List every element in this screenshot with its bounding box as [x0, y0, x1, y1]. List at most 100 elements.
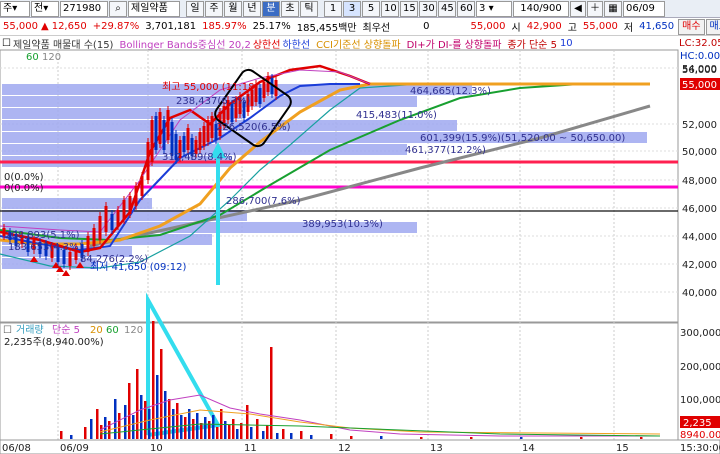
legend-hc: HC:0.00	[680, 51, 720, 62]
buy-button[interactable]: 매수	[678, 18, 705, 35]
sell-button[interactable]: 매도	[705, 18, 720, 35]
profile-label: 464,665(12.3%)	[410, 86, 491, 97]
volume-bar	[160, 349, 163, 439]
volume-legend-ma20[interactable]: 20	[90, 325, 103, 336]
volume-bar	[60, 431, 63, 439]
period-1[interactable]: 주	[205, 0, 223, 17]
time-label: 06/08	[2, 443, 31, 454]
legend-bb-lower[interactable]: 하한선	[282, 37, 310, 50]
prev-button[interactable]: ◀	[570, 0, 586, 17]
volume-value: 3,701,181	[145, 21, 197, 32]
volume-bar	[104, 417, 107, 439]
profile-zero-b: 0(0.0%)	[4, 183, 44, 194]
profile-label: 238,437(6.3%)	[176, 96, 251, 107]
period-3[interactable]: 년	[243, 0, 261, 17]
volume-legend-ma60[interactable]: 60	[106, 325, 119, 336]
period-4[interactable]: 분	[262, 0, 280, 17]
volume-bar	[228, 425, 231, 439]
interval-1[interactable]: 1	[324, 0, 342, 17]
stock-code-input[interactable]: 271980	[60, 0, 108, 17]
price-tick: 44,000	[682, 232, 717, 243]
interval-60[interactable]: 60	[457, 0, 475, 17]
volume-tick: 200,000	[680, 362, 720, 373]
profile-label: 183,653(4.3%)	[8, 242, 83, 253]
current-price: 55,000	[3, 21, 38, 32]
legend-bb-upper[interactable]: 상한선	[253, 37, 281, 50]
volume-tick: 100,000	[680, 395, 720, 406]
candle-body	[246, 94, 250, 112]
profile-bar	[2, 234, 212, 245]
search-icon[interactable]: ⌕	[109, 0, 127, 17]
volume-bar	[114, 399, 117, 439]
legend-ma-60[interactable]: 60	[26, 52, 39, 63]
period-0[interactable]: 일	[186, 0, 204, 17]
volume-bar	[232, 419, 235, 439]
interval-15[interactable]: 15	[400, 0, 418, 17]
period-6[interactable]: 틱	[300, 0, 318, 17]
candle-body	[170, 122, 174, 156]
count-select[interactable]: 3 ▾	[476, 0, 512, 17]
volume-bar	[70, 435, 73, 439]
volume-settings-icon[interactable]: ☐	[3, 325, 12, 336]
volume-legend-ma[interactable]: 단순 5	[52, 324, 80, 336]
low-annotation: 최저 41,650 (09:12)	[90, 261, 186, 273]
annotation-arrows	[146, 150, 222, 437]
candle-body	[146, 142, 150, 180]
period-2[interactable]: 월	[224, 0, 242, 17]
interval-45[interactable]: 45	[438, 0, 456, 17]
candle-body	[206, 120, 210, 142]
volume-bar	[330, 434, 333, 439]
price-axis: 54,000 52,000 50,000 48,000 46,000 44,000 42,0…	[682, 64, 717, 299]
volume-bar	[236, 429, 239, 439]
low-price: 41,650	[639, 21, 675, 32]
time-label: 12	[338, 443, 351, 454]
interval-buttons: 1 3 5 10 15 30 45 60	[324, 0, 475, 17]
candle-body	[198, 132, 202, 150]
profile-label: 286,700(7.6%)	[226, 196, 301, 207]
candle-body	[186, 128, 190, 150]
volume-bar	[200, 423, 203, 439]
price-chart[interactable]: 최고 55,000 (11:18) 최저 41,650 (09:12) 0(0.…	[0, 0, 720, 454]
legend-dmi[interactable]: DI+가 DI-를 상향돌파	[407, 37, 502, 50]
interval-30[interactable]: 30	[419, 0, 437, 17]
price-tick: 46,000	[682, 204, 717, 215]
interval-10[interactable]: 10	[381, 0, 399, 17]
profile-label: 208,893(5.1%)	[5, 230, 80, 241]
volume-ma20	[99, 409, 661, 435]
volume-bar	[310, 435, 313, 439]
legend-bollinger[interactable]: Bollinger Bands중심선 20,2	[119, 37, 250, 50]
candle-body	[128, 196, 132, 214]
profile-labels: 464,665(12.3%) 415,483(11.0%) 601,399(15.9…	[5, 86, 625, 265]
open-price: 42,900	[526, 21, 562, 32]
volume-legend-ma120[interactable]: 120	[124, 325, 143, 336]
legend-ma-10[interactable]: 10	[560, 38, 573, 49]
period-5[interactable]: 초	[281, 0, 299, 17]
candle-body	[104, 206, 108, 232]
legend-ma-120[interactable]: 120	[42, 52, 61, 63]
count-range: 140/900	[513, 0, 569, 17]
candle-body	[14, 234, 18, 246]
calendar-icon[interactable]: ▦	[604, 0, 622, 17]
legend-profile[interactable]: 제일약품 매물대 수(15)	[13, 37, 114, 50]
volume-bar	[520, 437, 523, 439]
volume-bar	[216, 427, 219, 439]
zoom-in-button[interactable]: ＋	[587, 0, 603, 17]
volume-bar	[580, 437, 583, 439]
chart-toolbar: 주▾ 전▾ 271980 ⌕ 제일약품 일주월년분초틱 1 3 5 10 15 30 45 6…	[0, 0, 720, 18]
volume-bar	[256, 419, 259, 439]
volume-legend-title[interactable]: 거래량	[16, 324, 44, 336]
profile-zero-a: 0(0.0%)	[4, 172, 44, 183]
legend-ma[interactable]: 종가 단순 5	[507, 37, 557, 50]
profile-bar	[2, 84, 472, 95]
interval-5[interactable]: 5	[362, 0, 380, 17]
chart-settings-icon[interactable]: ☐	[2, 38, 11, 49]
volume-bar	[470, 437, 473, 439]
interval-3[interactable]: 3	[343, 0, 361, 17]
date-input[interactable]: 06/09	[623, 0, 665, 17]
time-label: 10	[150, 443, 163, 454]
type-select[interactable]: 전▾	[31, 0, 59, 17]
legend-cci[interactable]: CCI기준선 상향돌파	[316, 37, 401, 50]
market-select[interactable]: 주▾	[0, 0, 30, 17]
ma120-line	[89, 104, 651, 248]
candle-body	[254, 84, 258, 102]
